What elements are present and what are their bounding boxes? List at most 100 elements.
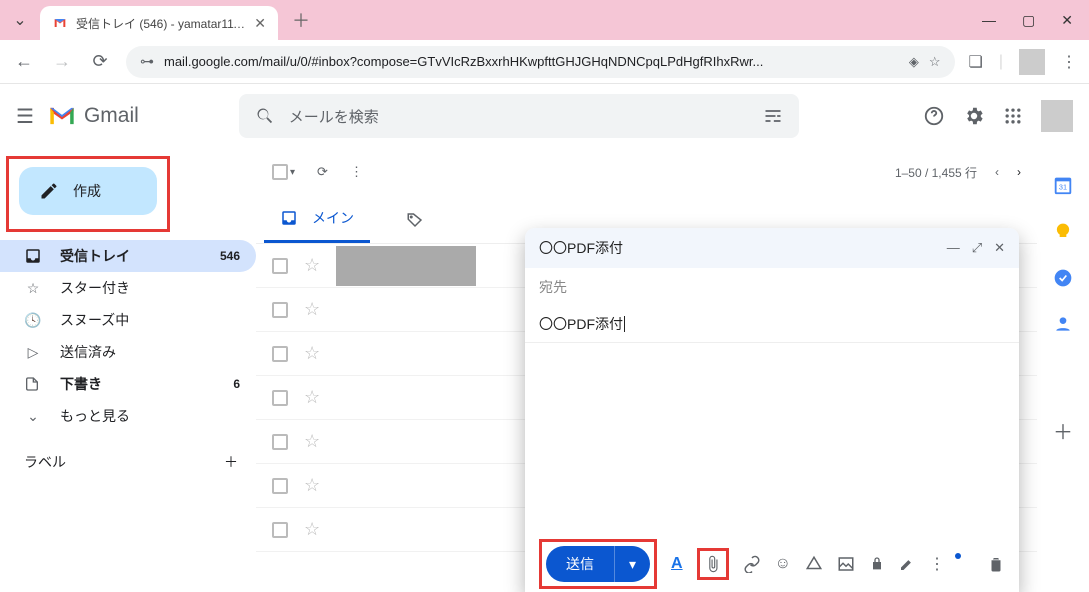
contacts-addon-icon[interactable] <box>1053 314 1073 334</box>
inbox-count: 546 <box>220 249 240 263</box>
bookmark-star-icon[interactable]: ☆ <box>929 54 941 70</box>
nav-reload-icon[interactable]: ⟳ <box>88 51 112 72</box>
window-minimize-icon[interactable]: — <box>982 12 996 29</box>
tab-label: メイン <box>312 208 354 228</box>
compose-minimize-icon[interactable]: — <box>947 240 960 256</box>
new-indicator <box>955 553 961 559</box>
page-next-icon[interactable]: › <box>1017 165 1021 179</box>
compose-window: 〇〇PDF添付 — ⤢ ✕ 宛先 〇〇PDF添付 送信 ▾ A ☺ <box>525 228 1019 592</box>
more-actions-icon[interactable]: ⋮ <box>350 164 363 180</box>
page-prev-icon[interactable]: ‹ <box>995 165 999 179</box>
search-icon <box>255 106 275 126</box>
gmail-wordmark: Gmail <box>84 104 139 128</box>
star-toggle-icon[interactable]: ☆ <box>304 475 320 496</box>
send-options-dropdown[interactable]: ▾ <box>615 556 650 573</box>
star-toggle-icon[interactable]: ☆ <box>304 519 320 540</box>
browser-profile-avatar[interactable] <box>1019 49 1045 75</box>
sidebar-item-inbox[interactable]: 受信トレイ 546 <box>0 240 256 272</box>
compose-body[interactable] <box>525 343 1019 536</box>
star-toggle-icon[interactable]: ☆ <box>304 343 320 364</box>
select-all-checkbox[interactable]: ▾ <box>272 164 295 180</box>
browser-menu-icon[interactable]: ⋮ <box>1061 52 1077 72</box>
apps-grid-icon[interactable] <box>1003 106 1023 126</box>
star-toggle-icon[interactable]: ☆ <box>304 387 320 408</box>
sidebar-item-more[interactable]: ⌄ もっと見る <box>0 400 256 432</box>
insert-emoji-icon[interactable]: ☺ <box>775 555 791 573</box>
add-label-icon[interactable]: ＋ <box>224 452 238 472</box>
mail-preview <box>336 246 476 286</box>
extensions-icon[interactable]: ❏ <box>969 52 983 72</box>
star-icon: ☆ <box>24 280 42 297</box>
sidebar-item-starred[interactable]: ☆ スター付き <box>0 272 256 304</box>
send-icon: ▷ <box>24 344 42 361</box>
compose-subject-field[interactable]: 〇〇PDF添付 <box>525 306 1019 343</box>
gmail-logo[interactable]: Gmail <box>48 104 139 128</box>
hamburger-menu-icon[interactable]: ☰ <box>16 104 34 129</box>
insert-link-icon[interactable] <box>743 555 761 573</box>
svg-text:31: 31 <box>1059 183 1067 192</box>
url-text: mail.google.com/mail/u/0/#inbox?compose=… <box>164 54 899 69</box>
clock-icon: 🕓 <box>24 312 42 329</box>
keep-addon-icon[interactable] <box>1053 222 1073 242</box>
subject-text: 〇〇PDF添付 <box>539 316 625 332</box>
compose-to-field[interactable]: 宛先 <box>525 268 1019 306</box>
sidebar-item-drafts[interactable]: 下書き 6 <box>0 368 256 400</box>
browser-tab[interactable]: 受信トレイ (546) - yamatar1111© ✕ <box>40 6 278 40</box>
insert-signature-icon[interactable] <box>899 556 915 572</box>
tab-list-dropdown[interactable]: ⌄ <box>8 8 32 32</box>
window-maximize-icon[interactable]: ▢ <box>1022 12 1035 29</box>
send-button-group: 送信 ▾ <box>546 546 650 582</box>
page-range: 1–50 / 1,455 行 <box>895 164 977 181</box>
support-icon[interactable] <box>923 105 945 127</box>
send-button[interactable]: 送信 <box>546 546 615 582</box>
tasks-addon-icon[interactable] <box>1053 268 1073 288</box>
insert-drive-icon[interactable] <box>805 555 823 573</box>
sidebar-item-label: スター付き <box>60 278 130 298</box>
inbox-icon <box>24 247 42 265</box>
star-toggle-icon[interactable]: ☆ <box>304 299 320 320</box>
discard-draft-icon[interactable] <box>987 555 1005 573</box>
addons-plus-icon[interactable]: ＋ <box>1053 416 1073 445</box>
gmail-favicon <box>52 15 68 31</box>
sidebar-item-label: もっと見る <box>60 406 130 426</box>
address-bar[interactable]: ⊶ mail.google.com/mail/u/0/#inbox?compos… <box>126 46 955 78</box>
star-toggle-icon[interactable]: ☆ <box>304 255 320 276</box>
sidebar-item-label: 送信済み <box>60 342 116 362</box>
window-close-icon[interactable]: ✕ <box>1061 12 1073 29</box>
chevron-down-icon: ⌄ <box>24 408 42 425</box>
compose-label: 作成 <box>73 181 101 201</box>
draft-icon <box>24 376 42 392</box>
tab-close-icon[interactable]: ✕ <box>254 15 266 32</box>
tag-icon <box>406 211 424 229</box>
nav-back-icon[interactable]: ← <box>12 51 36 72</box>
sidebar-item-sent[interactable]: ▷ 送信済み <box>0 336 256 368</box>
attach-file-icon[interactable] <box>704 555 722 573</box>
compose-close-icon[interactable]: ✕ <box>994 240 1005 256</box>
site-info-icon[interactable]: ⊶ <box>140 53 154 70</box>
tab-title: 受信トレイ (546) - yamatar1111© <box>76 15 248 32</box>
compose-more-icon[interactable]: ⋮ <box>929 554 945 574</box>
search-placeholder: メールを検索 <box>289 106 379 127</box>
tab-primary[interactable]: メイン <box>264 196 370 243</box>
format-text-icon[interactable]: A <box>671 555 683 573</box>
search-input[interactable]: メールを検索 <box>239 94 799 138</box>
to-placeholder: 宛先 <box>539 277 567 297</box>
settings-gear-icon[interactable] <box>963 105 985 127</box>
pencil-icon <box>39 181 59 201</box>
insert-photo-icon[interactable] <box>837 555 855 573</box>
account-avatar[interactable] <box>1041 100 1073 132</box>
tab-promotions[interactable] <box>390 196 440 243</box>
sidebar-item-label: スヌーズ中 <box>60 310 129 330</box>
sidebar-item-label: 下書き <box>60 374 102 394</box>
refresh-icon[interactable]: ⟳ <box>317 164 328 180</box>
nav-forward-icon[interactable]: → <box>50 51 74 72</box>
compose-fullscreen-icon[interactable]: ⤢ <box>972 240 982 256</box>
compose-button[interactable]: 作成 <box>19 167 157 215</box>
lens-icon[interactable]: ◈ <box>909 54 919 70</box>
new-tab-button[interactable]: ＋ <box>292 7 310 33</box>
sidebar-item-snoozed[interactable]: 🕓 スヌーズ中 <box>0 304 256 336</box>
search-options-icon[interactable] <box>763 106 783 126</box>
star-toggle-icon[interactable]: ☆ <box>304 431 320 452</box>
calendar-addon-icon[interactable]: 31 <box>1052 174 1074 196</box>
confidential-mode-icon[interactable] <box>869 556 885 572</box>
